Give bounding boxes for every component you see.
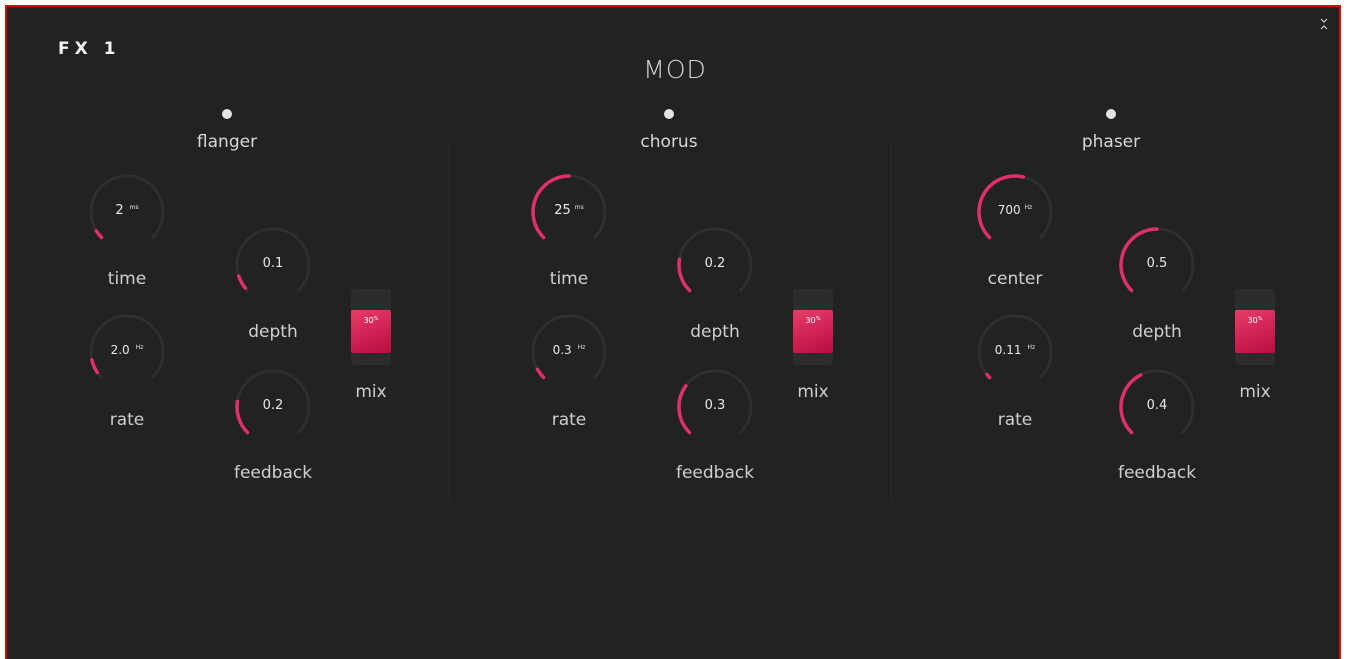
- mix-slider[interactable]: 30%: [793, 289, 833, 365]
- enable-indicator[interactable]: [1106, 109, 1116, 119]
- knob-value: 0.11 Hz: [994, 343, 1036, 357]
- rate-knob[interactable]: 2.0 Hz: [87, 312, 167, 392]
- knob-value: 25 ms: [554, 203, 584, 218]
- mix-unit: %: [373, 316, 379, 322]
- effect-section-flanger: flanger 2 ms time 2.0 Hz rate 0.1 depth 0.…: [7, 102, 451, 502]
- knob-value-arc: [94, 229, 104, 240]
- knob-value-arc: [535, 367, 546, 380]
- feedback-knob[interactable]: 0.2: [233, 367, 313, 447]
- feedback-knob[interactable]: 0.3: [675, 367, 755, 447]
- knob-unit: Hz: [1024, 204, 1033, 211]
- knob-value: 0.2: [262, 398, 284, 413]
- center-label: center: [987, 269, 1043, 289]
- knob-unit: ms: [574, 204, 584, 211]
- feedback-label: feedback: [675, 463, 755, 483]
- knob-unit: Hz: [135, 344, 144, 351]
- depth-label: depth: [1132, 322, 1182, 342]
- fx-panel: FX 1 MOD flanger 2 ms time 2.0 Hz rate 0.1…: [5, 5, 1341, 659]
- knob-unit: Hz: [1027, 344, 1036, 351]
- effect-section-chorus: chorus 25 ms time 0.3 Hz rate 0.2 depth 0.…: [449, 102, 893, 502]
- enable-indicator[interactable]: [222, 109, 232, 119]
- mod-title: MOD: [643, 55, 707, 84]
- knob-value: 2.0 Hz: [110, 343, 144, 357]
- knob-value: 2 ms: [115, 203, 139, 218]
- enable-indicator[interactable]: [664, 109, 674, 119]
- time-knob[interactable]: 2 ms: [87, 172, 167, 252]
- feedback-knob[interactable]: 0.4: [1117, 367, 1197, 447]
- effect-name: flanger: [196, 132, 258, 152]
- mix-slider[interactable]: 30%: [351, 289, 391, 365]
- depth-label: depth: [690, 322, 740, 342]
- knob-value-arc: [985, 372, 992, 380]
- mix-unit: %: [1257, 316, 1263, 322]
- knob-unit: Hz: [577, 344, 586, 351]
- time-label: time: [107, 269, 147, 289]
- mix-label: mix: [1239, 382, 1271, 402]
- feedback-label: feedback: [1117, 463, 1197, 483]
- knob-value: 0.4: [1146, 398, 1168, 413]
- knob-value: 0.1: [262, 256, 284, 271]
- knob-unit: ms: [129, 204, 139, 211]
- collapse-arrows-icon[interactable]: [1319, 17, 1329, 31]
- knob-value: 0.2: [704, 256, 726, 271]
- mix-label: mix: [797, 382, 829, 402]
- rate-label: rate: [109, 410, 145, 430]
- depth-knob[interactable]: 0.5: [1117, 225, 1197, 305]
- effect-section-phaser: phaser 700 Hz center 0.11 Hz rate 0.5 dept…: [891, 102, 1335, 502]
- knob-value-arc: [237, 274, 248, 290]
- rate-label: rate: [551, 410, 587, 430]
- depth-label: depth: [248, 322, 298, 342]
- mix-label: mix: [355, 382, 387, 402]
- knob-value: 0.3: [704, 398, 726, 413]
- mix-value: 30%: [363, 316, 379, 325]
- time-knob[interactable]: 25 ms: [529, 172, 609, 252]
- depth-knob[interactable]: 0.1: [233, 225, 313, 305]
- effect-name: phaser: [1081, 132, 1141, 152]
- mix-value: 30%: [805, 316, 821, 325]
- mix-slider[interactable]: 30%: [1235, 289, 1275, 365]
- knob-value: 700 Hz: [997, 203, 1033, 217]
- knob-value-arc: [90, 358, 100, 375]
- mix-unit: %: [815, 316, 821, 322]
- rate-knob[interactable]: 0.11 Hz: [975, 312, 1055, 392]
- rate-knob[interactable]: 0.3 Hz: [529, 312, 609, 392]
- knob-value: 0.3 Hz: [552, 343, 586, 357]
- effect-name: chorus: [640, 132, 698, 152]
- time-label: time: [549, 269, 589, 289]
- rate-label: rate: [997, 410, 1033, 430]
- mix-value: 30%: [1247, 316, 1263, 325]
- feedback-label: feedback: [233, 463, 313, 483]
- center-knob[interactable]: 700 Hz: [975, 172, 1055, 252]
- depth-knob[interactable]: 0.2: [675, 225, 755, 305]
- knob-value: 0.5: [1146, 256, 1168, 271]
